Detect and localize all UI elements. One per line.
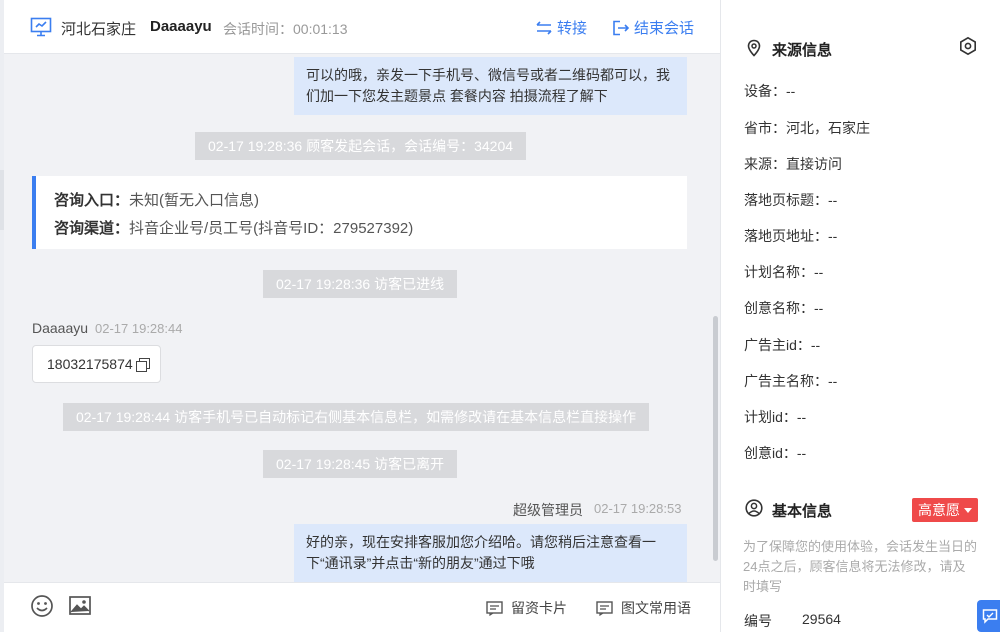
agent-message-1: 可以的哦，亲发一下手机号、微信号或者二维码都可以，我们加一下您发主题景点 套餐内… <box>294 57 687 115</box>
lead-card-button[interactable]: 留资卡片 <box>486 598 567 618</box>
consult-entry-value: 未知(暂无入口信息) <box>129 192 260 209</box>
consult-entry-label: 咨询入口： <box>54 192 130 209</box>
chat-toolbar: 留资卡片 图文常用语 <box>4 582 720 632</box>
card-icon <box>486 600 503 616</box>
message-list[interactable]: 可以的哦，亲发一下手机号、微信号或者二维码都可以，我们加一下您发主题景点 套餐内… <box>4 54 720 582</box>
intent-level-label: 高意愿 <box>918 502 960 518</box>
consult-info-card: 咨询入口：未知(暂无入口信息) 咨询渠道：抖音企业号/员工号(抖音号ID：279… <box>32 176 687 249</box>
agent-timestamp: 02-17 19:28:53 <box>594 501 682 516</box>
chat-float-icon <box>982 609 998 624</box>
consult-channel-row: 咨询渠道：抖音企业号/员工号(抖音号ID：279527392) <box>54 215 669 243</box>
source-field-region: 省市：河北，石家庄 <box>744 120 870 136</box>
page-title: 河北石家庄 <box>61 21 137 38</box>
system-session-start: 02-17 19:28:36 顾客发起会话，会话编号：34204 <box>195 132 527 160</box>
lead-card-label: 留资卡片 <box>511 600 567 616</box>
visitor-timestamp: 02-17 19:28:44 <box>95 321 183 336</box>
user-circle-icon <box>745 499 763 517</box>
source-field-advertiser-id: 广告主id：-- <box>744 337 821 353</box>
system-phone-marked: 02-17 19:28:44 访客手机号已自动标记右侧基本信息栏，如需修改请在基… <box>63 403 650 431</box>
source-field-device: 设备：-- <box>744 83 796 99</box>
agent-message-2: 好的亲，现在安排客服加您介绍哈。请您稍后注意查看一下“通讯录”并点击“新的朋友”… <box>294 524 687 582</box>
source-field-creative-id: 创意id：-- <box>744 445 807 461</box>
visitor-name: Daaaayu <box>32 320 89 336</box>
caret-down-icon <box>964 507 972 513</box>
info-sidebar: 来源信息 设备：-- 省市：河北，石家庄 来源：直接访问 落地页标题：-- 落地… <box>720 0 1000 632</box>
transfer-button[interactable]: 转接 <box>535 17 587 38</box>
common-phrases-button[interactable]: 图文常用语 <box>596 598 691 618</box>
smile-icon[interactable] <box>30 594 54 618</box>
source-field-landing-url: 落地页地址：-- <box>744 228 838 244</box>
end-session-label: 结束会话 <box>634 20 695 37</box>
phrases-icon <box>596 600 613 616</box>
system-visitor-online: 02-17 19:28:36 访客已进线 <box>263 270 458 298</box>
chat-header: 河北石家庄 Daaaayu 会话时间：00:01:13 转接 结束会话 <box>4 0 720 54</box>
consult-entry-row: 咨询入口：未知(暂无入口信息) <box>54 187 669 215</box>
chat-scrollbar[interactable] <box>713 316 718 561</box>
source-info-title: 来源信息 <box>772 42 833 59</box>
agent-name: 超级管理员 <box>513 502 583 518</box>
transfer-label: 转接 <box>557 20 588 37</box>
source-field-landing-title: 落地页标题：-- <box>744 192 838 208</box>
source-field-advertiser-name: 广告主名称：-- <box>744 373 838 389</box>
system-visitor-left: 02-17 19:28:45 访客已离开 <box>263 450 458 478</box>
basic-info-title: 基本信息 <box>772 503 833 520</box>
image-icon[interactable] <box>68 594 92 618</box>
session-timer: 会话时间：00:01:13 <box>223 21 348 37</box>
visitor-phone: 18032175874 <box>47 356 133 372</box>
exit-icon <box>613 20 630 35</box>
end-session-button[interactable]: 结束会话 <box>612 17 694 38</box>
consult-channel-label: 咨询渠道： <box>54 220 130 237</box>
source-field-plan-name: 计划名称：-- <box>744 264 824 280</box>
copy-icon[interactable] <box>135 357 151 372</box>
source-field-creative-name: 创意名称：-- <box>744 300 824 316</box>
intent-level-dropdown[interactable]: 高意愿 <box>912 498 978 522</box>
transfer-arrows-icon <box>536 20 552 35</box>
source-field-source: 来源：直接访问 <box>744 156 842 172</box>
customer-id-value: 29564 <box>802 611 841 627</box>
edit-deadline-notice: 为了保障您的使用体验，会话发生当日的24点之后，顾客信息将无法修改，请及时填写 <box>743 539 978 594</box>
monitor-icon <box>30 17 52 37</box>
customer-id-label: 编号 <box>744 613 772 629</box>
visitor-phone-message: 18032175874 <box>32 345 161 383</box>
visitor-name-header: Daaaayu <box>150 18 212 35</box>
hexagon-gear-icon[interactable] <box>958 36 978 56</box>
consult-channel-value: 抖音企业号/员工号(抖音号ID：279527392) <box>129 220 414 237</box>
chat-panel: 河北石家庄 Daaaayu 会话时间：00:01:13 转接 结束会话 可以的哦… <box>4 0 720 632</box>
chat-float-button[interactable] <box>977 600 1000 632</box>
location-pin-icon <box>747 39 761 57</box>
source-field-plan-id: 计划id：-- <box>744 409 807 425</box>
common-phrases-label: 图文常用语 <box>621 600 691 616</box>
